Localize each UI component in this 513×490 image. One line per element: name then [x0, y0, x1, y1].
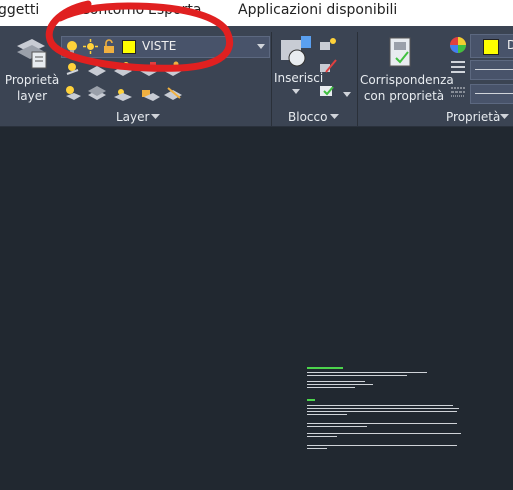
layer-tool-icon[interactable]	[164, 61, 182, 77]
layer-panel-label[interactable]: Layer	[116, 110, 149, 124]
layer-color-swatch	[122, 40, 136, 54]
color-wheel-icon[interactable]	[449, 36, 467, 54]
panel-divider	[357, 32, 358, 126]
layer-properties-label-2: layer	[16, 89, 48, 103]
block-panel-label[interactable]: Blocco	[288, 110, 327, 124]
linetype-icon[interactable]	[450, 86, 466, 98]
chevron-down-icon[interactable]	[292, 89, 300, 95]
linetype-dropdown[interactable]	[470, 84, 513, 104]
insert-block-icon[interactable]	[279, 34, 313, 70]
block-tools	[318, 36, 340, 104]
tab-esporta[interactable]: Esporta	[148, 2, 201, 18]
chevron-down-icon[interactable]	[343, 92, 351, 98]
layer-tool-icon[interactable]	[114, 89, 132, 101]
chevron-down-icon[interactable]	[330, 114, 339, 121]
lineweight-dropdown[interactable]	[470, 60, 513, 80]
sun-icon[interactable]	[83, 39, 98, 54]
layer-tool-icon[interactable]	[164, 87, 182, 100]
ribbon: Proprietà layer VISTE Layer Inserisci Bl…	[0, 26, 513, 127]
color-swatch	[483, 39, 499, 55]
properties-panel-label[interactable]: Proprietà	[446, 110, 500, 124]
layer-tool-icon[interactable]	[66, 86, 81, 100]
chevron-down-icon[interactable]	[500, 114, 509, 121]
layer-properties-icon[interactable]	[14, 36, 48, 72]
match-properties-label-1: Corrispondenza	[360, 73, 454, 87]
lineweight-icon[interactable]	[450, 60, 466, 74]
lock-icon[interactable]	[102, 39, 116, 54]
drawing-notes-graphic	[307, 367, 461, 449]
match-properties-label-2: con proprietà	[363, 89, 445, 103]
layer-tool-icon[interactable]	[114, 62, 132, 76]
layer-tool-icon[interactable]	[142, 90, 160, 101]
block-attributes-icon[interactable]	[320, 86, 334, 96]
layer-tool-icon[interactable]	[140, 62, 158, 76]
ribbon-tab-bar: ggetti Contorno Esporta Applicazioni dis…	[0, 0, 513, 26]
current-layer-name: VISTE	[142, 39, 177, 53]
layer-dropdown[interactable]: VISTE	[61, 36, 270, 58]
layer-tool-icon[interactable]	[88, 61, 106, 76]
linetype-preview	[475, 93, 513, 94]
lineweight-preview	[475, 69, 513, 70]
panel-divider	[271, 32, 272, 126]
layer-properties-button[interactable]: Proprietà layer	[4, 72, 60, 104]
chevron-down-icon[interactable]	[151, 114, 160, 121]
insert-button[interactable]: Inserisci	[274, 70, 323, 86]
tab-oggetti[interactable]: ggetti	[0, 2, 39, 18]
tab-contorno[interactable]: Contorno	[80, 2, 144, 18]
color-value: D	[507, 38, 513, 52]
bulb-icon[interactable]	[65, 40, 79, 54]
match-properties-button[interactable]: Corrispondenza con proprietà	[360, 72, 454, 104]
layer-tools-row-2	[64, 84, 184, 106]
chevron-down-icon[interactable]	[256, 43, 266, 51]
match-properties-icon[interactable]	[386, 34, 416, 70]
layer-tool-icon[interactable]	[88, 86, 106, 100]
layer-properties-label-1: Proprietà	[4, 73, 60, 87]
create-block-icon[interactable]	[320, 38, 336, 50]
layer-tool-icon[interactable]	[66, 63, 79, 75]
layer-tools-row-1	[64, 60, 184, 82]
tab-applicazioni[interactable]: Applicazioni disponibili	[238, 2, 397, 18]
color-dropdown[interactable]: D	[470, 34, 513, 58]
